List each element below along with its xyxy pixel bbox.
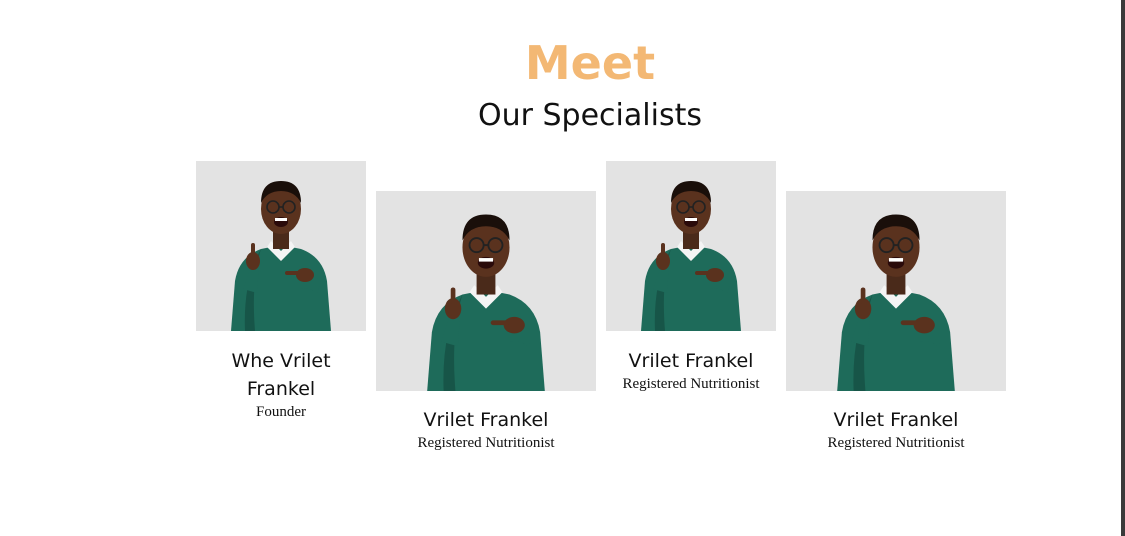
specialist-photo (376, 191, 596, 391)
specialist-photo (786, 191, 1006, 391)
specialist-photo-icon (415, 191, 557, 391)
specialist-card[interactable]: Vrilet Frankel Registered Nutritionist (786, 191, 1006, 452)
section-title: Meet (524, 36, 656, 90)
specialist-card[interactable]: Vrilet Frankel Registered Nutritionist (606, 161, 776, 393)
specialist-card[interactable]: Vrilet Frankel Registered Nutritionist (376, 191, 596, 452)
specialist-role: Founder (256, 404, 306, 420)
specialist-photo-icon (631, 161, 751, 331)
specialist-role: Registered Nutritionist (417, 435, 555, 451)
specialist-photo-icon (825, 191, 967, 391)
specialist-name: Whe Vrilet Frankel (231, 350, 331, 400)
specialist-role: Registered Nutritionist (622, 376, 760, 392)
specialist-photo-icon (221, 161, 341, 331)
section-subtitle: Our Specialists (478, 98, 702, 133)
specialist-name: Vrilet Frankel (423, 409, 549, 431)
specialist-name: Vrilet Frankel (628, 350, 754, 372)
specialist-photo (606, 161, 776, 331)
specialist-name: Vrilet Frankel (833, 409, 959, 431)
specialist-photo (196, 161, 366, 331)
specialist-card[interactable]: Whe Vrilet Frankel Founder (196, 161, 366, 421)
specialist-role: Registered Nutritionist (827, 435, 965, 451)
